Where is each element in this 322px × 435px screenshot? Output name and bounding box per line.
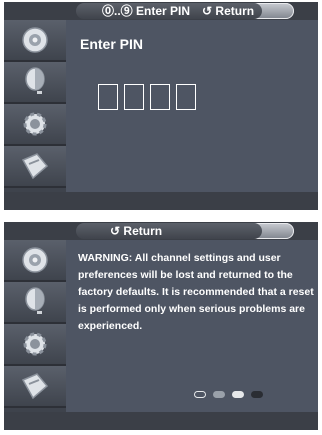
help-bar [4,192,318,210]
progress-dot-3 [232,391,244,398]
warning-message: WARNING: All channel settings and user p… [78,252,314,332]
reset-pin-screen: Reset [4,2,318,210]
menu-sidebar [4,20,66,192]
sound-icon [25,287,45,314]
menu-item-input[interactable] [4,146,66,188]
progress-dot-1 [194,391,206,398]
menu-item-sound[interactable] [4,62,66,104]
menu-sidebar [4,240,66,412]
picture-icon [22,27,48,53]
return-icon: ↺ [202,4,213,18]
pin-heading: Enter PIN [80,36,144,52]
return-label: Return [215,4,255,18]
number-keys-icon: ⓪..⑨ [102,4,133,18]
pin-digit-3[interactable] [150,84,170,110]
sound-icon [25,67,45,94]
help-bar [4,412,318,430]
help-return[interactable]: ↺ Return [110,223,162,239]
return-icon: ↺ [110,224,121,238]
menu-item-picture[interactable] [4,240,66,282]
return-label: Return [123,224,163,238]
menu-item-setup[interactable] [4,104,66,146]
menu-item-setup[interactable] [4,324,66,366]
progress-dot-4 [251,391,263,398]
pin-digit-4[interactable] [176,84,196,110]
help-pill [76,223,262,239]
pin-digit-1[interactable] [98,84,118,110]
help-enter-pin[interactable]: ⓪..⑨ Enter PIN [102,3,190,19]
menu-item-picture[interactable] [4,20,66,62]
setup-icon [23,332,47,356]
pin-content: Enter PIN [70,22,318,192]
input-icon [21,153,49,180]
reset-warning-screen: Reset [4,222,318,430]
menu-item-input[interactable] [4,366,66,408]
help-return[interactable]: ↺ Return [202,3,254,19]
menu-item-sound[interactable] [4,282,66,324]
warning-content: WARNING: All channel settings and user p… [70,242,318,412]
setup-icon [23,112,47,136]
enter-pin-label: Enter PIN [136,4,191,18]
pin-digit-2[interactable] [124,84,144,110]
input-icon [21,373,49,400]
picture-icon [22,247,48,273]
progress-dot-2 [213,391,225,398]
